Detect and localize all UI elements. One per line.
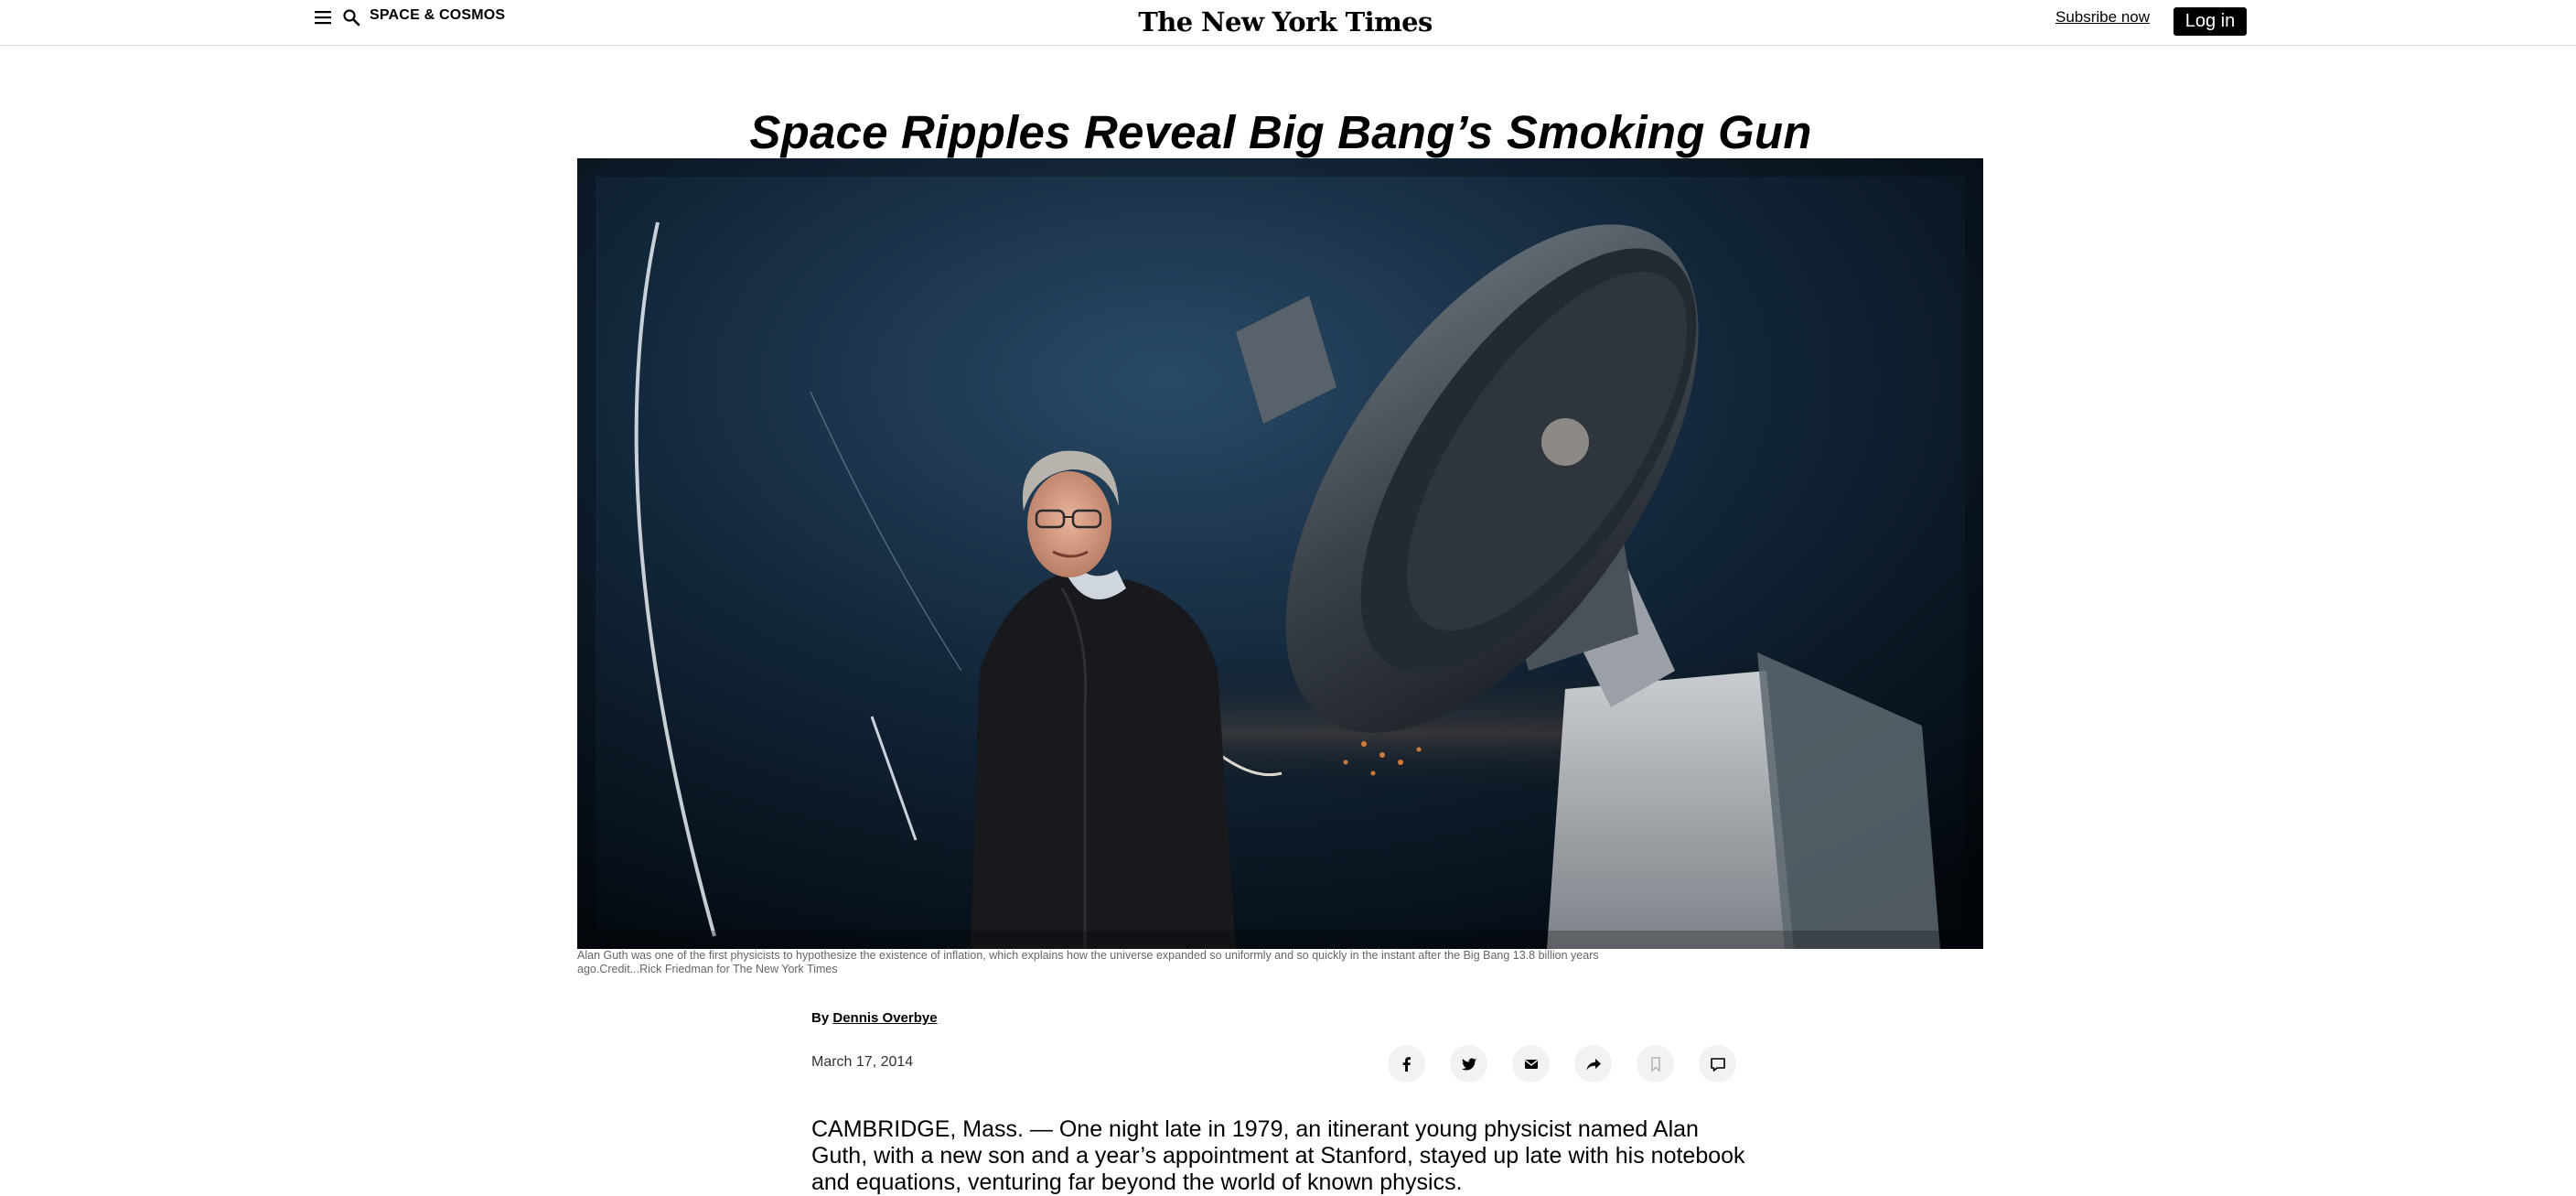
section-link[interactable]: SPACE & COSMOS	[370, 7, 505, 24]
author-link[interactable]: Dennis Overbye	[832, 1010, 937, 1026]
hero-image	[577, 158, 1983, 949]
menu-icon[interactable]	[314, 9, 332, 26]
facebook-icon	[1402, 1056, 1411, 1072]
byline: By Dennis Overbye	[811, 1010, 938, 1026]
image-credit: Credit...Rick Friedman for The New York …	[599, 963, 838, 975]
top-bar: SPACE & COSMOS The New York Times Subsri…	[0, 0, 2576, 46]
login-button[interactable]: Log in	[2174, 7, 2247, 36]
share-more-button[interactable]	[1574, 1045, 1612, 1083]
article-body-paragraph: CAMBRIDGE, Mass. — One night late in 197…	[811, 1116, 1745, 1195]
publish-date: March 17, 2014	[811, 1054, 914, 1070]
twitter-share-button[interactable]	[1450, 1045, 1487, 1083]
article-headline: Space Ripples Reveal Big Bang’s Smoking …	[749, 106, 1812, 158]
subscribe-link[interactable]: Subsribe now	[2055, 8, 2150, 27]
email-share-button[interactable]	[1512, 1045, 1550, 1083]
twitter-icon	[1461, 1058, 1476, 1070]
photo-guth-telescope	[577, 158, 1983, 949]
comments-button[interactable]	[1699, 1045, 1736, 1083]
nyt-logo[interactable]: The New York Times	[1098, 6, 1473, 38]
facebook-share-button[interactable]	[1388, 1045, 1425, 1083]
search-icon[interactable]	[342, 8, 360, 27]
save-article-button[interactable]	[1637, 1045, 1674, 1083]
image-caption: Alan Guth was one of the first physicist…	[577, 949, 1620, 976]
byline-prefix: By	[811, 1010, 830, 1026]
comment-icon	[1710, 1057, 1725, 1072]
bookmark-icon	[1650, 1056, 1660, 1072]
email-icon	[1524, 1059, 1538, 1069]
share-icon	[1586, 1058, 1601, 1070]
